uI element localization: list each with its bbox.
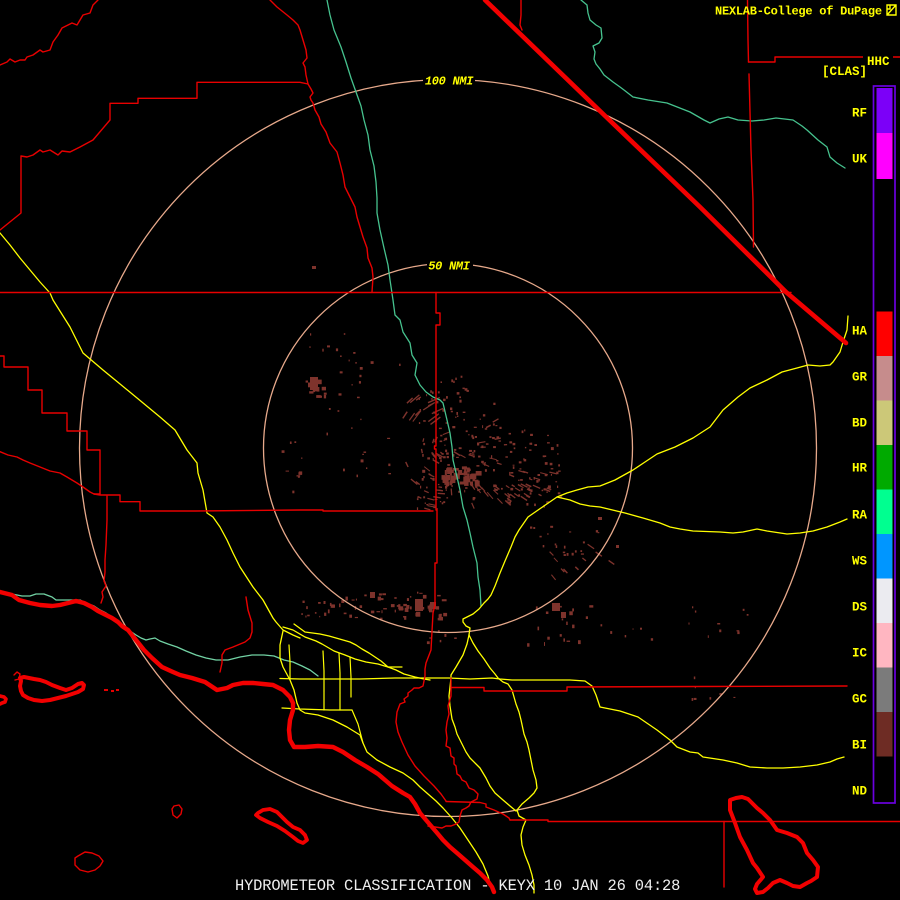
svg-text:BD: BD [852, 417, 868, 431]
svg-text:GR: GR [852, 371, 868, 385]
svg-text:UK: UK [852, 153, 868, 167]
svg-text:WS: WS [852, 555, 868, 569]
svg-text:IC: IC [852, 647, 868, 661]
svg-text:HYDROMETEOR CLASSIFICATION - K: HYDROMETEOR CLASSIFICATION - KEYX 10 JAN… [235, 877, 680, 895]
svg-text:100 NMI: 100 NMI [425, 75, 474, 89]
svg-text:50 NMI: 50 NMI [428, 260, 471, 274]
svg-text:HHC: HHC [867, 55, 890, 69]
svg-text:GC: GC [852, 693, 868, 707]
svg-text:BI: BI [852, 739, 867, 753]
svg-text:[CLAS]: [CLAS] [822, 65, 867, 79]
svg-text:NEXLAB-College of DuPage: NEXLAB-College of DuPage [715, 5, 882, 19]
svg-text:ND: ND [852, 785, 868, 799]
svg-text:HR: HR [852, 462, 868, 476]
svg-text:RF: RF [852, 107, 867, 121]
svg-text:DS: DS [852, 601, 868, 615]
svg-text:HA: HA [852, 325, 868, 339]
svg-text:RA: RA [852, 509, 868, 523]
